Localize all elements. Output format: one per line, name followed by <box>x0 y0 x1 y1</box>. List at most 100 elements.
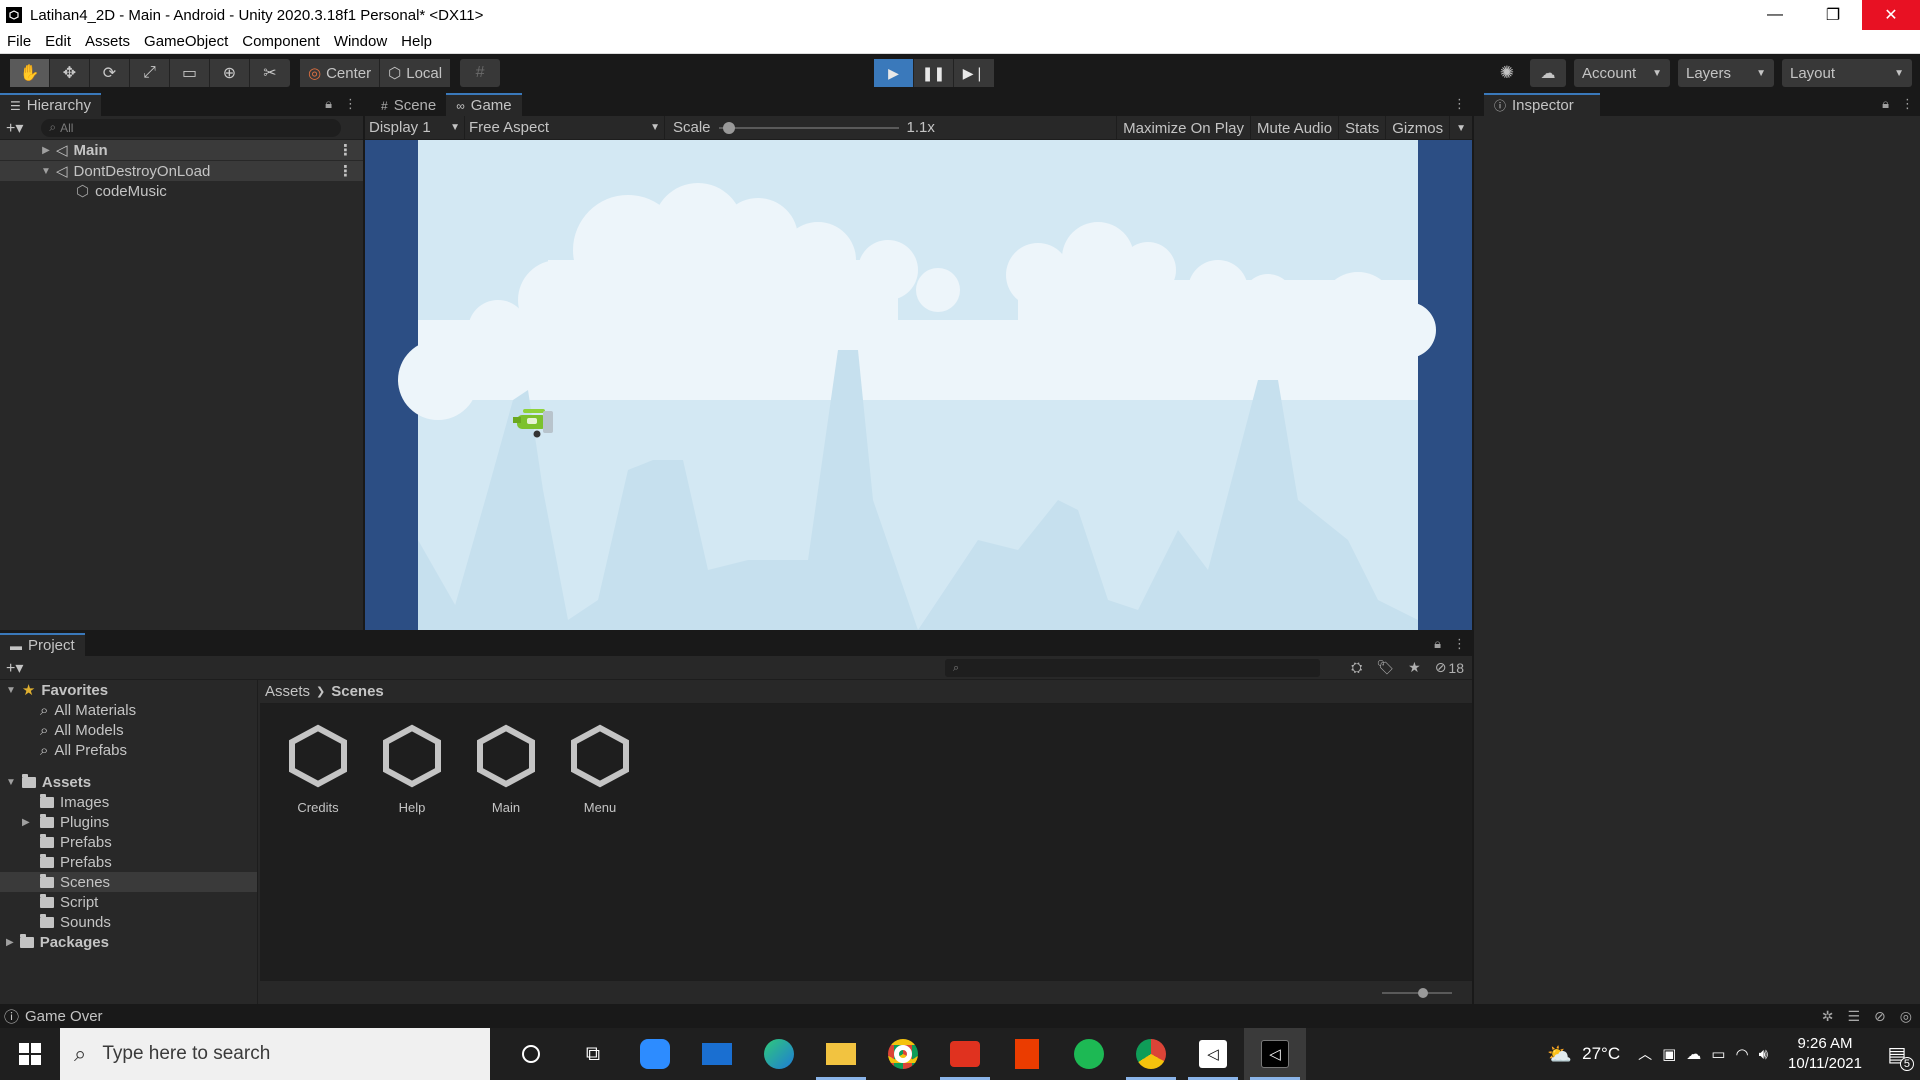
cloud-icon[interactable]: ☁ <box>1530 59 1566 87</box>
tree-folder-scenes[interactable]: Scenes <box>0 872 257 892</box>
move-tool-icon[interactable]: ✥ <box>50 59 90 87</box>
display-dropdown[interactable]: Display 1 ▼ <box>365 115 465 140</box>
layout-dropdown[interactable]: Layout ▼ <box>1782 59 1912 87</box>
hand-tool-icon[interactable]: ✋ <box>10 59 50 87</box>
tree-item-all-models[interactable]: ⌕ All Models <box>0 720 257 740</box>
menu-gameobject[interactable]: GameObject <box>137 33 235 50</box>
kebab-menu-icon[interactable]: ⋮ <box>338 141 353 159</box>
custom-tool-icon[interactable]: ✂ <box>250 59 290 87</box>
onedrive-icon[interactable]: ☁ <box>1686 1045 1701 1063</box>
lock-icon[interactable]: 🔒︎ <box>325 96 332 112</box>
temperature[interactable]: 27°C <box>1582 1044 1620 1064</box>
unity-hub-app-icon[interactable]: ◁ <box>1182 1028 1244 1080</box>
maximize-on-play-button[interactable]: Maximize On Play <box>1116 116 1250 140</box>
cortana-icon[interactable] <box>500 1028 562 1080</box>
tree-folder-plugins[interactable]: ▶ Plugins <box>0 812 257 832</box>
status-message[interactable]: Game Over <box>25 1008 103 1025</box>
tab-inspector[interactable]: ⓘ Inspector <box>1484 93 1600 116</box>
meet-now-icon[interactable]: ▣ <box>1662 1045 1676 1063</box>
clock[interactable]: 9:26 AM 10/11/2021 <box>1788 1034 1862 1074</box>
expand-arrow-icon[interactable]: ▶ <box>22 817 34 828</box>
scale-slider[interactable] <box>718 121 899 135</box>
layers-dropdown[interactable]: Layers ▼ <box>1678 59 1774 87</box>
grid-snap-icon[interactable]: # <box>460 59 500 87</box>
battery-icon[interactable]: ▭ <box>1711 1045 1725 1063</box>
hierarchy-row-codemusic[interactable]: ⬡ codeMusic <box>0 181 363 201</box>
tree-folder-prefabs[interactable]: Prefabs <box>0 832 257 852</box>
kebab-menu-icon[interactable]: ⋮ <box>1453 636 1466 652</box>
chrome-profile-app-icon[interactable] <box>1120 1028 1182 1080</box>
collapse-arrow-icon[interactable]: ▼ <box>6 777 16 788</box>
tree-packages[interactable]: ▶ Packages <box>0 932 257 952</box>
stats-button[interactable]: Stats <box>1338 116 1385 140</box>
tree-folder-images[interactable]: Images <box>0 792 257 812</box>
menu-component[interactable]: Component <box>235 33 327 50</box>
progress-icon[interactable]: ⊘ <box>1874 1008 1886 1025</box>
weather-icon[interactable]: ⛅ <box>1547 1042 1572 1067</box>
chevron-up-icon[interactable]: ︿ <box>1638 1044 1652 1064</box>
close-button[interactable]: ✕ <box>1862 0 1920 30</box>
asset-scene-menu[interactable]: Menu <box>564 724 636 815</box>
scale-slider-thumb[interactable] <box>723 121 736 134</box>
vivaldi-app-icon[interactable] <box>934 1028 996 1080</box>
game-canvas[interactable] <box>365 140 1472 630</box>
menu-window[interactable]: Window <box>327 33 394 50</box>
tree-item-all-materials[interactable]: ⌕ All Materials <box>0 700 257 720</box>
cache-server-icon[interactable]: ☰ <box>1847 1008 1860 1025</box>
notification-center-button[interactable]: ▤ 5 <box>1882 1039 1914 1071</box>
menu-help[interactable]: Help <box>394 33 439 50</box>
play-button[interactable]: ▶ <box>874 59 914 87</box>
tab-project[interactable]: ▬ Project <box>0 633 85 656</box>
menu-assets[interactable]: Assets <box>78 33 137 50</box>
hidden-packages-toggle[interactable]: ⊘ 18 <box>1435 659 1464 676</box>
collapse-arrow-icon[interactable]: ▼ <box>6 685 16 696</box>
debug-icon[interactable]: ✲ <box>1822 1008 1834 1025</box>
tree-folder-script[interactable]: Script <box>0 892 257 912</box>
office-app-icon[interactable] <box>996 1028 1058 1080</box>
transform-tool-icon[interactable]: ⊕ <box>210 59 250 87</box>
pause-button[interactable]: ❚❚ <box>914 59 954 87</box>
rect-tool-icon[interactable]: ▭ <box>170 59 210 87</box>
edge-app-icon[interactable] <box>748 1028 810 1080</box>
add-button[interactable]: +▾ <box>6 118 23 138</box>
menu-edit[interactable]: Edit <box>38 33 78 50</box>
tree-favorites[interactable]: ▼ ★ Favorites <box>0 680 257 700</box>
tree-folder-sounds[interactable]: Sounds <box>0 912 257 932</box>
mail-app-icon[interactable] <box>686 1028 748 1080</box>
asset-scene-help[interactable]: Help <box>376 724 448 815</box>
task-view-icon[interactable]: ⧉ <box>562 1028 624 1080</box>
breadcrumb-assets[interactable]: Assets <box>265 683 310 700</box>
taskbar-search-input[interactable]: ⌕ Type here to search <box>60 1028 490 1080</box>
scale-tool-icon[interactable]: ⤢ <box>130 59 170 87</box>
pivot-center-button[interactable]: ◎ Center <box>300 59 381 87</box>
asset-scene-credits[interactable]: Credits <box>282 724 354 815</box>
chrome-app-icon[interactable] <box>872 1028 934 1080</box>
lock-icon[interactable]: 🔒︎ <box>1434 636 1441 652</box>
tree-assets[interactable]: ▼ Assets <box>0 772 257 792</box>
unity-editor-app-icon[interactable]: ◁ <box>1244 1028 1306 1080</box>
tree-folder-prefabs[interactable]: Prefabs <box>0 852 257 872</box>
wifi-icon[interactable]: ◠ <box>1735 1045 1748 1063</box>
auto-generate-lighting-icon[interactable]: ◎ <box>1900 1008 1912 1025</box>
tree-item-all-prefabs[interactable]: ⌕ All Prefabs <box>0 740 257 760</box>
pivot-local-button[interactable]: ⬡ Local <box>380 59 451 87</box>
zoom-app-icon[interactable] <box>624 1028 686 1080</box>
kebab-menu-icon[interactable]: ⋮ <box>1453 96 1466 112</box>
account-dropdown[interactable]: Account ▼ <box>1574 59 1670 87</box>
collapse-arrow-icon[interactable]: ▼ <box>40 166 52 177</box>
collab-icon[interactable]: ✺ <box>1492 59 1522 87</box>
search-by-label-icon[interactable]: 🏷︎ <box>1376 659 1394 676</box>
kebab-menu-icon[interactable]: ⋮ <box>338 162 353 180</box>
expand-arrow-icon[interactable]: ▶ <box>40 145 52 156</box>
spotify-app-icon[interactable] <box>1058 1028 1120 1080</box>
maximize-button[interactable]: ❐ <box>1804 0 1862 30</box>
tab-game[interactable]: ∞ Game <box>446 93 522 116</box>
volume-icon[interactable]: 🔊︎ <box>1759 1046 1768 1063</box>
mute-audio-button[interactable]: Mute Audio <box>1250 116 1338 140</box>
add-button[interactable]: +▾ <box>6 658 23 678</box>
start-button[interactable] <box>0 1028 60 1080</box>
hierarchy-row-dontdestroyonload[interactable]: ▼ ◁ DontDestroyOnLoad ⋮ <box>0 161 363 181</box>
kebab-menu-icon[interactable]: ⋮ <box>344 96 357 112</box>
minimize-button[interactable]: — <box>1746 0 1804 30</box>
tab-hierarchy[interactable]: ☰ Hierarchy <box>0 93 101 116</box>
